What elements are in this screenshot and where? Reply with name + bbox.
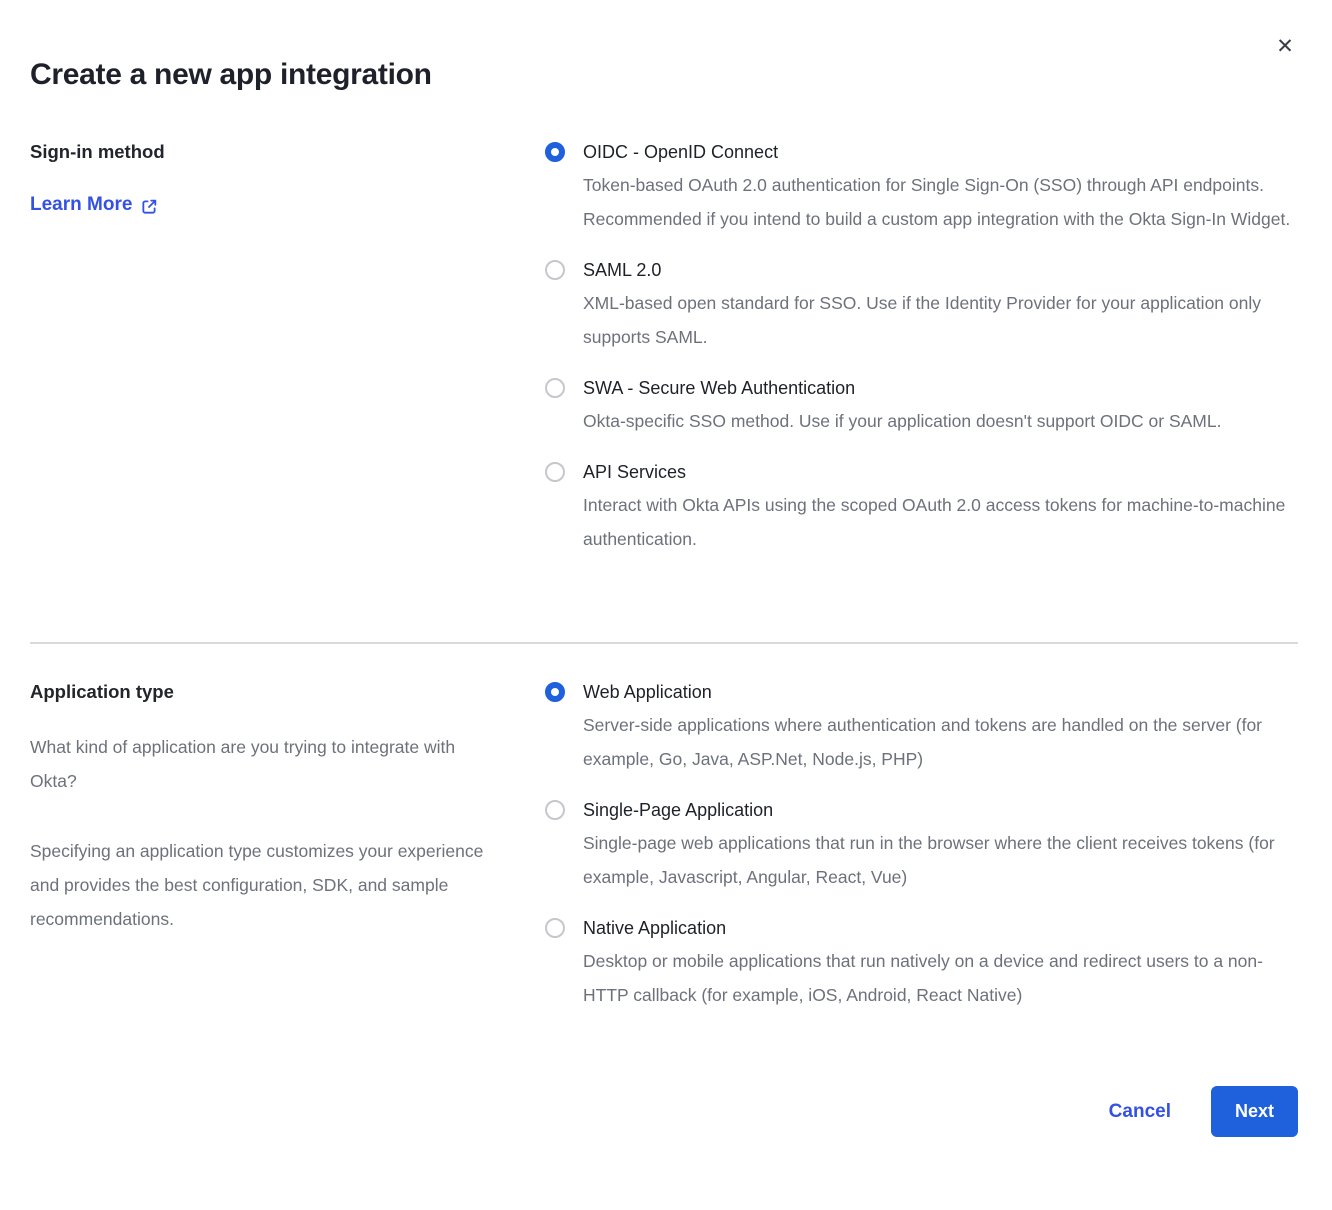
- external-link-icon: [141, 196, 158, 215]
- signin-method-section: Sign-in method Learn More OIDC - OpenID …: [30, 140, 1298, 578]
- radio-option-label[interactable]: Single-Page Application: [583, 798, 1298, 822]
- radio-option-label[interactable]: SAML 2.0: [583, 258, 1298, 282]
- radio-option-description: Single-page web applications that run in…: [583, 826, 1298, 894]
- radio-option-saml[interactable]: SAML 2.0 XML-based open standard for SSO…: [545, 258, 1298, 354]
- radio-option-native-application[interactable]: Native Application Desktop or mobile app…: [545, 916, 1298, 1012]
- create-app-integration-dialog: ✕ Create a new app integration Sign-in m…: [0, 0, 1332, 1210]
- radio-option-description: Token-based OAuth 2.0 authentication for…: [583, 168, 1298, 236]
- learn-more-link[interactable]: Learn More: [30, 194, 158, 216]
- radio-option-api-services[interactable]: API Services Interact with Okta APIs usi…: [545, 460, 1298, 556]
- application-type-intro: What kind of application are you trying …: [30, 730, 502, 798]
- learn-more-label: Learn More: [30, 194, 132, 216]
- radio-option-description: Desktop or mobile applications that run …: [583, 944, 1298, 1012]
- radio-option-swa[interactable]: SWA - Secure Web Authentication Okta-spe…: [545, 376, 1298, 438]
- radio-icon[interactable]: [545, 800, 565, 820]
- close-icon[interactable]: ✕: [1272, 34, 1298, 60]
- radio-option-single-page-application[interactable]: Single-Page Application Single-page web …: [545, 798, 1298, 894]
- section-divider: [30, 642, 1298, 644]
- radio-option-label[interactable]: OIDC - OpenID Connect: [583, 140, 1298, 164]
- next-button[interactable]: Next: [1211, 1086, 1298, 1137]
- radio-icon[interactable]: [545, 378, 565, 398]
- radio-option-description: Okta-specific SSO method. Use if your ap…: [583, 404, 1221, 438]
- radio-option-description: Interact with Okta APIs using the scoped…: [583, 488, 1298, 556]
- radio-icon[interactable]: [545, 918, 565, 938]
- radio-option-oidc[interactable]: OIDC - OpenID Connect Token-based OAuth …: [545, 140, 1298, 236]
- radio-option-label[interactable]: SWA - Secure Web Authentication: [583, 376, 1221, 400]
- radio-option-description: Server-side applications where authentic…: [583, 708, 1298, 776]
- dialog-footer: Cancel Next: [30, 1086, 1298, 1137]
- radio-option-description: XML-based open standard for SSO. Use if …: [583, 286, 1298, 354]
- application-type-label: Application type: [30, 680, 545, 704]
- radio-option-label[interactable]: API Services: [583, 460, 1298, 484]
- cancel-button[interactable]: Cancel: [1109, 1101, 1171, 1123]
- radio-option-label[interactable]: Web Application: [583, 680, 1298, 704]
- radio-icon[interactable]: [545, 682, 565, 702]
- radio-option-web-application[interactable]: Web Application Server-side applications…: [545, 680, 1298, 776]
- application-type-section: Application type What kind of applicatio…: [30, 680, 1298, 1034]
- page-title: Create a new app integration: [30, 0, 1298, 96]
- radio-option-label[interactable]: Native Application: [583, 916, 1298, 940]
- signin-method-label: Sign-in method: [30, 140, 545, 164]
- application-type-detail: Specifying an application type customize…: [30, 834, 502, 936]
- radio-icon[interactable]: [545, 462, 565, 482]
- radio-icon[interactable]: [545, 260, 565, 280]
- radio-icon[interactable]: [545, 142, 565, 162]
